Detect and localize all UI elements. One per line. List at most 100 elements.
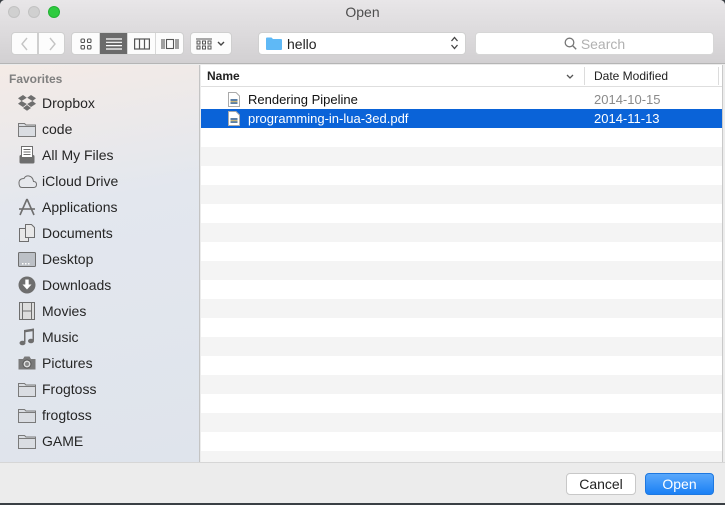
folder-icon <box>18 382 36 397</box>
file-rows: Rendering Pipeline 2014-10-15 programmin… <box>201 90 722 462</box>
back-button[interactable] <box>11 32 38 55</box>
columns-icon <box>133 37 150 50</box>
file-list: Name Date Modified Rendering Pipeline 20… <box>201 65 723 462</box>
empty-row <box>201 375 722 394</box>
sidebar-item-label: Applications <box>42 199 118 215</box>
location-label: hello <box>287 35 317 52</box>
empty-row <box>201 128 722 147</box>
chevron-down-icon <box>217 41 225 46</box>
sidebar-item-downloads[interactable]: Downloads <box>17 272 197 298</box>
pdf-document-icon <box>228 111 240 126</box>
title-bar: Open hello Search <box>0 0 725 64</box>
location-popup[interactable]: hello <box>258 32 466 55</box>
column-divider[interactable] <box>718 67 719 85</box>
empty-row <box>201 432 722 451</box>
sidebar-item-all-my-files[interactable]: All My Files <box>17 142 197 168</box>
empty-row <box>201 356 722 375</box>
sidebar-item-label: Music <box>42 329 79 345</box>
list-header: Name Date Modified <box>201 65 722 87</box>
empty-row <box>201 223 722 242</box>
empty-row <box>201 299 722 318</box>
grid-icon <box>79 37 92 50</box>
empty-row <box>201 261 722 280</box>
download-icon <box>18 276 36 294</box>
sidebar-item-frogtoss[interactable]: Frogtoss <box>17 376 197 402</box>
sidebar-item-pictures[interactable]: Pictures <box>17 350 197 376</box>
cancel-button[interactable]: Cancel <box>566 473 636 495</box>
file-date: 2014-10-15 <box>594 92 661 107</box>
column-divider[interactable] <box>584 67 585 85</box>
sidebar-item-label: Pictures <box>42 355 93 371</box>
arrange-grid-icon <box>196 38 212 49</box>
sidebar-heading-favorites: Favorites <box>9 72 63 86</box>
empty-row <box>201 318 722 337</box>
forward-button[interactable] <box>38 32 65 55</box>
cover-flow-view-button[interactable] <box>156 33 183 54</box>
sidebar-item-applications[interactable]: Applications <box>17 194 197 220</box>
document-icon <box>228 92 240 107</box>
sidebar-item-label: iCloud Drive <box>42 173 119 189</box>
sidebar-item-game[interactable]: GAME <box>17 428 197 454</box>
sidebar-item-frogtoss-lower[interactable]: frogtoss <box>17 402 197 428</box>
folder-icon <box>18 408 36 423</box>
dropbox-icon <box>18 95 36 111</box>
up-down-stepper-icon <box>451 36 458 50</box>
empty-row <box>201 166 722 185</box>
dialog-footer: Cancel Open <box>0 462 725 503</box>
file-row-selected[interactable]: programming-in-lua-3ed.pdf 2014-11-13 <box>201 109 722 128</box>
sidebar-item-documents[interactable]: Documents <box>17 220 197 246</box>
window-title: Open <box>345 4 380 20</box>
empty-row <box>201 280 722 299</box>
cloud-icon <box>17 174 37 188</box>
sidebar-item-label: Frogtoss <box>42 381 97 397</box>
sidebar-item-label: code <box>42 121 73 137</box>
folder-icon <box>18 434 36 449</box>
empty-row <box>201 337 722 356</box>
sidebar-item-icloud-drive[interactable]: iCloud Drive <box>17 168 197 194</box>
sidebar-item-desktop[interactable]: Desktop <box>17 246 197 272</box>
applications-icon <box>19 198 35 216</box>
file-name: Rendering Pipeline <box>248 92 358 107</box>
documents-icon <box>19 224 35 242</box>
icon-view-button[interactable] <box>72 33 100 54</box>
column-header-date-modified[interactable]: Date Modified <box>594 69 668 83</box>
open-button[interactable]: Open <box>645 473 714 495</box>
sidebar-item-label: GAME <box>42 433 84 449</box>
file-row[interactable]: Rendering Pipeline 2014-10-15 <box>201 90 722 109</box>
file-date: 2014-11-13 <box>594 111 660 126</box>
sidebar-item-label: Dropbox <box>42 95 95 111</box>
column-header-name[interactable]: Name <box>207 69 240 83</box>
sidebar-item-movies[interactable]: Movies <box>17 298 197 324</box>
film-icon <box>19 302 35 320</box>
folder-icon <box>18 122 36 137</box>
search-field[interactable]: Search <box>475 32 714 55</box>
sidebar-item-label: Desktop <box>42 251 94 267</box>
camera-icon <box>18 356 36 370</box>
sidebar-item-code[interactable]: code <box>17 116 197 142</box>
empty-row <box>201 204 722 223</box>
sidebar-item-label: frogtoss <box>42 407 92 423</box>
sidebar-item-label: All My Files <box>42 147 114 163</box>
sidebar-item-music[interactable]: Music <box>17 324 197 350</box>
sidebar-item-label: Documents <box>42 225 113 241</box>
sort-chevron-icon[interactable] <box>565 73 575 81</box>
list-view-button[interactable] <box>100 33 128 54</box>
empty-row <box>201 242 722 261</box>
empty-row <box>201 394 722 413</box>
empty-row <box>201 451 722 462</box>
chevron-right-icon <box>48 37 56 50</box>
sidebar-item-dropbox[interactable]: Dropbox <box>17 90 197 116</box>
sidebar-item-label: Downloads <box>42 277 112 293</box>
column-view-button[interactable] <box>128 33 156 54</box>
coverflow-icon <box>160 38 179 49</box>
music-note-icon <box>19 328 34 346</box>
file-name: programming-in-lua-3ed.pdf <box>248 111 409 126</box>
all-files-icon <box>19 146 35 164</box>
search-icon <box>564 37 577 50</box>
list-icon <box>105 37 122 50</box>
folder-icon <box>266 37 282 50</box>
arrange-button[interactable] <box>190 32 232 55</box>
sidebar: Favorites Dropbox code All My Files iClo… <box>0 65 200 462</box>
empty-row <box>201 185 722 204</box>
desktop-icon <box>18 251 36 267</box>
